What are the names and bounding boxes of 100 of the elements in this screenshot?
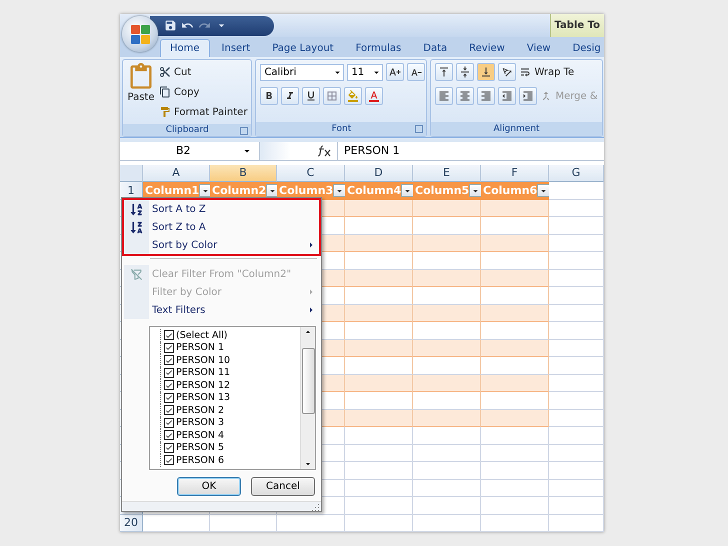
checkbox[interactable] xyxy=(164,442,174,453)
sort-ascending-icon xyxy=(130,202,143,216)
checkbox[interactable] xyxy=(164,368,174,378)
bold-button[interactable] xyxy=(260,87,278,105)
grow-font-button[interactable] xyxy=(386,63,404,81)
checkbox[interactable] xyxy=(164,342,174,353)
ribbon-tab[interactable]: View xyxy=(516,39,561,57)
cancel-button[interactable]: Cancel xyxy=(251,477,315,496)
filter-dropdown-button[interactable] xyxy=(537,184,550,198)
column-header[interactable]: C xyxy=(277,164,345,182)
ribbon-tab[interactable]: Formulas xyxy=(346,39,412,57)
checkbox[interactable] xyxy=(164,430,174,440)
underline-button[interactable] xyxy=(302,87,320,105)
align-right-icon xyxy=(480,90,492,102)
italic-button[interactable] xyxy=(281,87,300,105)
font-color-button[interactable] xyxy=(365,87,384,105)
shrink-font-button[interactable] xyxy=(407,63,426,81)
borders-icon xyxy=(326,90,338,102)
shrink-font-icon xyxy=(410,66,422,78)
value-label: PERSON 2 xyxy=(176,404,224,416)
sort-descending-icon xyxy=(130,220,143,234)
filter-dropdown-button[interactable] xyxy=(401,184,414,198)
clear-filter-icon xyxy=(130,268,143,280)
font-color-icon xyxy=(368,90,380,102)
checkbox[interactable] xyxy=(164,405,174,416)
value-label: PERSON 3 xyxy=(176,417,224,428)
value-label: PERSON 13 xyxy=(176,392,230,404)
paintbrush-icon xyxy=(159,106,171,118)
ribbon-tab[interactable]: Home xyxy=(160,39,210,57)
checkbox[interactable] xyxy=(164,392,174,403)
ok-button[interactable]: OK xyxy=(177,477,241,496)
checkbox[interactable] xyxy=(164,380,174,390)
align-right-button[interactable] xyxy=(477,87,496,105)
align-left-icon xyxy=(438,90,450,102)
column-header[interactable]: E xyxy=(413,164,481,182)
value-label: PERSON 4 xyxy=(176,430,224,441)
align-center-button[interactable] xyxy=(456,87,474,105)
value-label: (Select All) xyxy=(176,330,228,341)
ribbon-tab[interactable]: Data xyxy=(413,39,458,57)
align-center-icon xyxy=(459,90,472,102)
cut-button[interactable]: Cut xyxy=(159,63,248,81)
checkbox[interactable] xyxy=(164,330,174,340)
wrap-text-icon xyxy=(519,66,532,78)
ribbon-tab[interactable]: Review xyxy=(459,39,515,57)
font-size-field[interactable]: 11 xyxy=(347,64,384,80)
wrap-text-button[interactable]: Wrap Te xyxy=(519,63,574,81)
column-header[interactable]: G xyxy=(549,164,604,182)
value-label: PERSON 6 xyxy=(176,454,224,466)
increase-indent-button[interactable] xyxy=(519,87,538,105)
copy-icon xyxy=(159,86,171,98)
row-header[interactable]: 20 xyxy=(120,514,143,532)
checkbox[interactable] xyxy=(164,418,174,428)
top-align-button[interactable] xyxy=(435,63,454,81)
orientation-button[interactable] xyxy=(498,63,516,81)
filter-dropdown-button[interactable] xyxy=(333,184,346,198)
table-header-cell: Column4 xyxy=(345,182,413,200)
column-header[interactable]: D xyxy=(345,164,413,182)
column-header[interactable]: B xyxy=(210,164,277,182)
underline-icon xyxy=(305,90,318,102)
column-header[interactable]: A xyxy=(143,164,210,182)
value-label: PERSON 10 xyxy=(176,354,230,366)
group-label: Alignment xyxy=(431,122,602,136)
group-label: Font xyxy=(256,122,426,136)
table-header-cell: Column5 xyxy=(413,182,481,200)
format-painter-button[interactable]: Format Painter xyxy=(159,103,248,121)
decrease-indent-button[interactable] xyxy=(498,87,516,105)
top-align-icon xyxy=(438,66,450,78)
align-left-button[interactable] xyxy=(435,87,454,105)
column-header[interactable]: F xyxy=(481,164,549,182)
paint-bucket-icon xyxy=(347,90,360,102)
value-label: PERSON 1 xyxy=(176,342,224,354)
group-label: Clipboard xyxy=(123,124,252,136)
copy-button[interactable]: Copy xyxy=(159,83,248,101)
ribbon-tab[interactable]: Insert xyxy=(212,39,260,57)
scissors-icon xyxy=(159,66,171,78)
formula-field[interactable]: PERSON 1 xyxy=(338,144,400,158)
bottom-align-button[interactable] xyxy=(477,63,496,81)
insert-function-button[interactable] xyxy=(260,142,338,160)
filter-dropdown-button[interactable] xyxy=(469,184,482,198)
value-label: PERSON 5 xyxy=(176,442,224,454)
increase-indent-icon xyxy=(522,90,534,102)
scroll-thumb[interactable] xyxy=(302,348,314,414)
checkbox[interactable] xyxy=(164,355,174,366)
contextual-tab-title: Table To xyxy=(550,14,604,38)
middle-align-icon xyxy=(459,66,472,78)
grow-font-icon xyxy=(389,66,402,78)
font-name-field[interactable]: Calibri xyxy=(260,64,344,80)
decrease-indent-icon xyxy=(501,90,514,102)
save-icon[interactable] xyxy=(164,19,177,32)
paste-button[interactable]: Paste xyxy=(127,63,155,121)
checkbox[interactable] xyxy=(164,455,174,466)
bottom-align-icon xyxy=(480,66,492,78)
value-label: PERSON 12 xyxy=(176,380,230,391)
table-header-cell: Column6 xyxy=(481,182,549,200)
orientation-icon xyxy=(501,66,514,78)
middle-align-button[interactable] xyxy=(456,63,474,81)
fill-color-button[interactable] xyxy=(344,87,362,105)
value-label: PERSON 11 xyxy=(176,367,230,378)
ribbon-tab[interactable]: Page Layout xyxy=(262,39,344,57)
ribbon-tab[interactable]: Desig xyxy=(562,39,604,57)
